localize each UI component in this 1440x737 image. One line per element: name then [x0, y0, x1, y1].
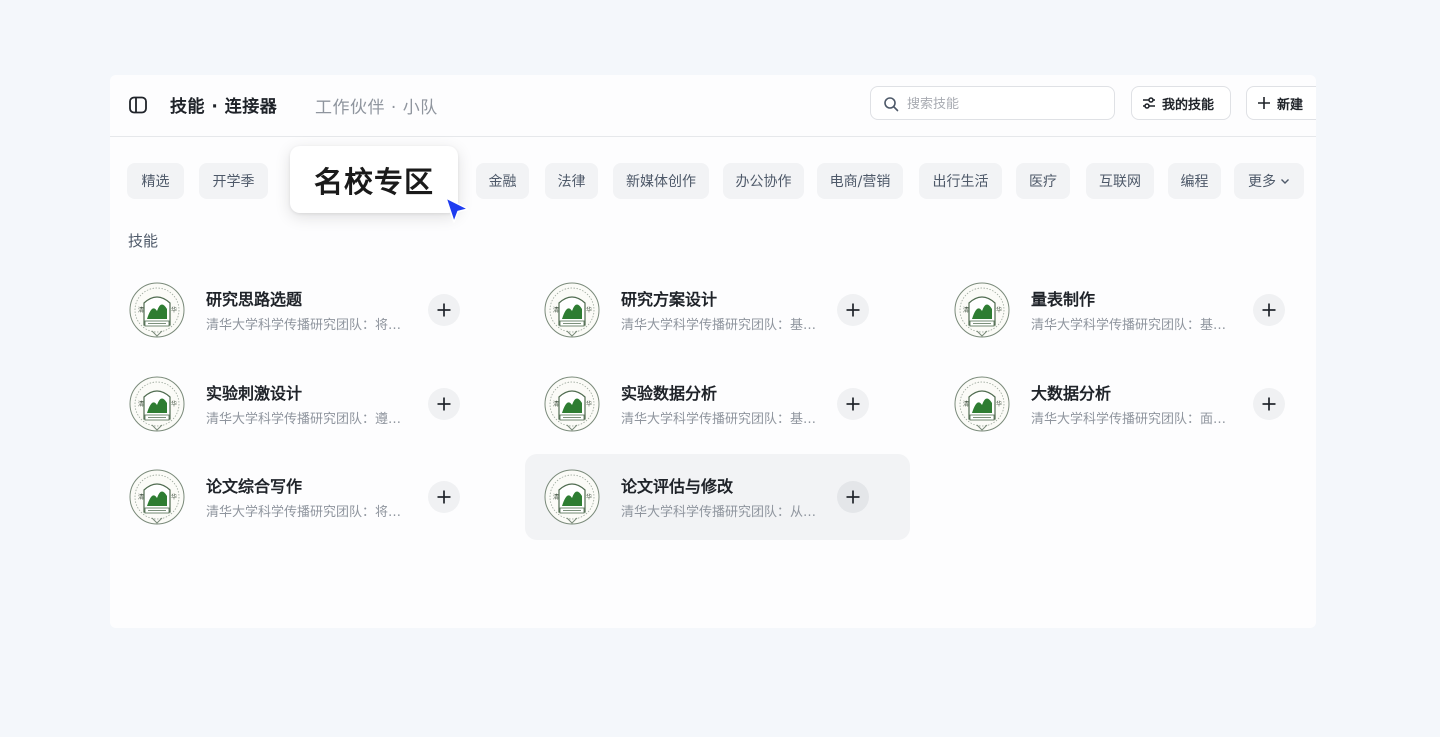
plus-icon [1258, 97, 1270, 109]
skill-name: 大数据分析 [1031, 384, 1112, 403]
university-logo: 清 华 [128, 281, 186, 339]
sidebar-toggle-icon[interactable] [128, 95, 148, 115]
skill-card[interactable]: 清 华 论文综合写作 清华大学科学传播研究团队：将… [128, 454, 513, 540]
skill-description: 清华大学科学传播研究团队：从… [621, 505, 817, 520]
category-chip-medical[interactable]: 医疗 [1016, 163, 1070, 199]
plus-icon [1262, 397, 1276, 411]
skill-description: 清华大学科学传播研究团队：面… [1031, 412, 1227, 427]
svg-text:华: 华 [586, 400, 592, 408]
category-chip-internet[interactable]: 互联网 [1086, 163, 1154, 199]
plus-icon [846, 303, 860, 317]
plus-icon [1262, 303, 1276, 317]
skill-name: 研究思路选题 [206, 290, 303, 309]
svg-text:华: 华 [586, 493, 592, 501]
my-skills-button[interactable]: 我的技能 [1131, 86, 1231, 120]
plus-icon [437, 490, 451, 504]
add-skill-button[interactable] [1253, 388, 1285, 420]
category-chip-featured[interactable]: 精选 [127, 163, 184, 199]
plus-icon [846, 490, 860, 504]
my-skills-label: 我的技能 [1162, 97, 1215, 113]
skill-card[interactable]: 清 华 研究方案设计 清华大学科学传播研究团队：基… [543, 267, 928, 353]
more-label: 更多 [1248, 174, 1276, 190]
skill-description: 清华大学科学传播研究团队：基… [621, 412, 817, 427]
svg-text:清: 清 [963, 400, 969, 408]
svg-text:华: 华 [586, 306, 592, 314]
skill-name: 研究方案设计 [621, 290, 718, 309]
plus-icon [846, 397, 860, 411]
add-skill-button[interactable] [837, 294, 869, 326]
skill-name: 实验刺激设计 [206, 384, 303, 403]
university-logo: 清 华 [543, 281, 601, 339]
header: 技能 · 连接器 工作伙伴 · 小队 我的技能 新建 [110, 75, 1316, 137]
skill-card[interactable]: 清 华 大数据分析 清华大学科学传播研究团队：面… [953, 361, 1316, 447]
skill-description: 清华大学科学传播研究团队：基… [1031, 318, 1227, 333]
skill-name: 实验数据分析 [621, 384, 718, 403]
chevron-down-icon [1281, 179, 1289, 184]
skill-card[interactable]: 清 华 实验数据分析 清华大学科学传播研究团队：基… [543, 361, 928, 447]
add-skill-button[interactable] [1253, 294, 1285, 326]
tab-partners-squad[interactable]: 工作伙伴 · 小队 [315, 93, 438, 118]
new-button[interactable]: 新建 [1246, 86, 1316, 120]
add-skill-button[interactable] [428, 388, 460, 420]
svg-text:华: 华 [171, 306, 177, 314]
new-label: 新建 [1277, 97, 1304, 113]
skills-panel: 技能 · 连接器 工作伙伴 · 小队 我的技能 新建 [110, 75, 1316, 628]
add-skill-button[interactable] [837, 388, 869, 420]
search-input[interactable] [907, 93, 1107, 115]
category-chip-office[interactable]: 办公协作 [723, 163, 804, 199]
add-skill-button[interactable] [428, 481, 460, 513]
plus-icon [437, 303, 451, 317]
svg-text:清: 清 [138, 493, 144, 501]
skill-card[interactable]: 清 华 论文评估与修改 清华大学科学传播研究团队：从… [525, 454, 910, 540]
skill-description: 清华大学科学传播研究团队：基… [621, 318, 817, 333]
svg-text:华: 华 [996, 400, 1002, 408]
university-logo: 清 华 [543, 468, 601, 526]
skill-name: 论文综合写作 [206, 477, 303, 496]
category-chip-law[interactable]: 法律 [545, 163, 598, 199]
category-chip-back-to-school[interactable]: 开学季 [199, 163, 268, 199]
svg-text:清: 清 [553, 306, 559, 314]
category-chip-new-media[interactable]: 新媒体创作 [613, 163, 709, 199]
category-chip-finance[interactable]: 金融 [476, 163, 529, 199]
university-logo: 清 华 [543, 375, 601, 433]
add-skill-button[interactable] [837, 481, 869, 513]
category-chip-more[interactable]: 更多 [1234, 163, 1304, 199]
svg-text:清: 清 [138, 306, 144, 314]
skill-description: 清华大学科学传播研究团队：将… [206, 505, 402, 520]
skill-card[interactable]: 清 华 量表制作 清华大学科学传播研究团队：基… [953, 267, 1316, 353]
svg-text:清: 清 [138, 400, 144, 408]
skill-description: 清华大学科学传播研究团队：遵… [206, 412, 402, 427]
svg-text:清: 清 [963, 306, 969, 314]
svg-text:华: 华 [171, 400, 177, 408]
category-chip-travel-life[interactable]: 出行生活 [919, 163, 1002, 199]
category-chip-famous-universities[interactable]: 名校专区 [290, 146, 458, 213]
university-logo: 清 华 [128, 468, 186, 526]
skill-card[interactable]: 清 华 实验刺激设计 清华大学科学传播研究团队：遵… [128, 361, 513, 447]
university-logo: 清 华 [953, 281, 1011, 339]
skill-name: 论文评估与修改 [621, 477, 734, 496]
svg-text:清: 清 [553, 493, 559, 501]
plus-icon [437, 397, 451, 411]
search-icon [884, 97, 899, 112]
category-chip-programming[interactable]: 编程 [1168, 163, 1221, 199]
add-skill-button[interactable] [428, 294, 460, 326]
skill-description: 清华大学科学传播研究团队：将… [206, 318, 402, 333]
category-chip-ecommerce[interactable]: 电商/营销 [817, 163, 903, 199]
search-box[interactable] [870, 86, 1115, 120]
section-title: 技能 [128, 232, 159, 250]
mouse-cursor-icon [445, 197, 469, 223]
university-logo: 清 华 [953, 375, 1011, 433]
sliders-icon [1143, 97, 1155, 109]
tab-skills-connectors[interactable]: 技能 · 连接器 [170, 92, 277, 117]
university-logo: 清 华 [128, 375, 186, 433]
skill-name: 量表制作 [1031, 290, 1096, 309]
skill-card[interactable]: 清 华 研究思路选题 清华大学科学传播研究团队：将… [128, 267, 513, 353]
svg-text:华: 华 [996, 306, 1002, 314]
svg-text:清: 清 [553, 400, 559, 408]
svg-text:华: 华 [171, 493, 177, 501]
